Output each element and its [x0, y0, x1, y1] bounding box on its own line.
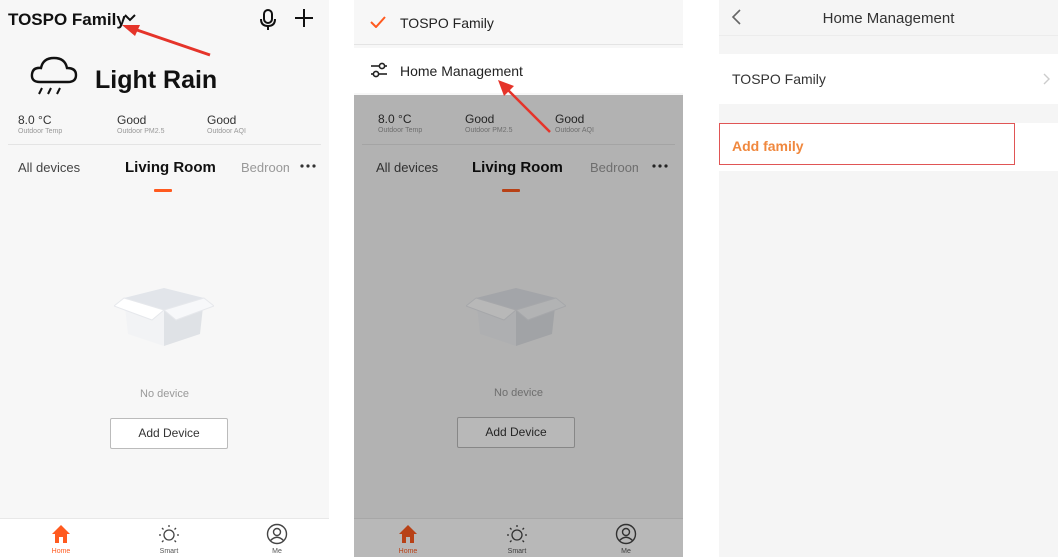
- bottom-nav: Home Smart Me: [0, 518, 329, 557]
- microphone-icon[interactable]: [260, 9, 276, 31]
- nav-home[interactable]: Home: [31, 523, 91, 555]
- active-tab-indicator: [154, 189, 172, 192]
- stat-label: Outdoor Temp: [18, 128, 63, 135]
- chevron-right-icon: [1043, 73, 1050, 85]
- add-device-button[interactable]: Add Device: [110, 418, 228, 449]
- nav-me[interactable]: Me: [247, 523, 307, 555]
- header-bar: Home Management: [719, 0, 1058, 36]
- menu-item-tospo-family[interactable]: TOSPO Family: [354, 0, 683, 45]
- weather-condition: Light Rain: [95, 66, 218, 94]
- sun-icon: [159, 525, 179, 543]
- empty-box-icon: [114, 288, 214, 346]
- user-icon: [266, 523, 288, 545]
- nav-label: Me: [272, 548, 282, 555]
- menu-item-label: TOSPO Family: [400, 15, 494, 31]
- sliders-icon: [371, 62, 387, 78]
- nav-label: Smart: [159, 548, 179, 555]
- family-list-item[interactable]: TOSPO Family: [719, 54, 1058, 104]
- family-dropdown-menu: TOSPO Family Home Management: [354, 0, 683, 95]
- stat-value: Good: [117, 113, 147, 127]
- stat-pm25: Good Outdoor PM2.5: [117, 113, 164, 137]
- nav-label: Home: [51, 548, 71, 555]
- home-screen-menu-open: 8.0 °C Outdoor Temp Good Outdoor PM2.5 G…: [354, 0, 683, 557]
- home-management-screen: Home Management TOSPO Family Add family: [719, 0, 1058, 557]
- stat-label: Outdoor AQI: [207, 128, 246, 135]
- divider: [8, 144, 321, 145]
- empty-state-text: No device: [140, 388, 189, 400]
- page-title: Home Management: [822, 10, 955, 27]
- modal-backdrop[interactable]: [354, 95, 683, 557]
- stat-temp: 8.0 °C Outdoor Temp: [18, 113, 62, 137]
- stat-aqi: Good Outdoor AQI: [207, 113, 246, 137]
- rain-cloud-icon: [30, 56, 78, 95]
- stat-label: Outdoor PM2.5: [117, 128, 165, 135]
- chevron-down-icon[interactable]: [124, 13, 136, 23]
- home-icon: [52, 525, 70, 543]
- nav-smart[interactable]: Smart: [139, 523, 199, 555]
- family-name: TOSPO Family: [732, 71, 826, 87]
- family-switcher[interactable]: TOSPO Family: [8, 10, 126, 30]
- stat-value: Good: [207, 113, 237, 127]
- top-bar: TOSPO Family: [0, 0, 329, 42]
- add-family-row[interactable]: Add family: [719, 123, 1058, 171]
- tab-all-devices[interactable]: All devices: [18, 160, 80, 175]
- stat-value: 8.0 °C: [18, 113, 52, 127]
- home-screen: TOSPO Family Light Rain 8.0 °C Outdoor T…: [0, 0, 329, 557]
- more-dots-icon[interactable]: [299, 163, 317, 169]
- menu-item-home-management[interactable]: Home Management: [354, 48, 683, 93]
- checkmark-icon: [370, 16, 386, 28]
- tab-bedroom[interactable]: Bedroom: [241, 160, 289, 175]
- tab-living-room[interactable]: Living Room: [125, 159, 216, 176]
- plus-icon[interactable]: [294, 8, 314, 28]
- menu-item-label: Home Management: [400, 63, 523, 79]
- add-family-button[interactable]: Add family: [732, 138, 804, 154]
